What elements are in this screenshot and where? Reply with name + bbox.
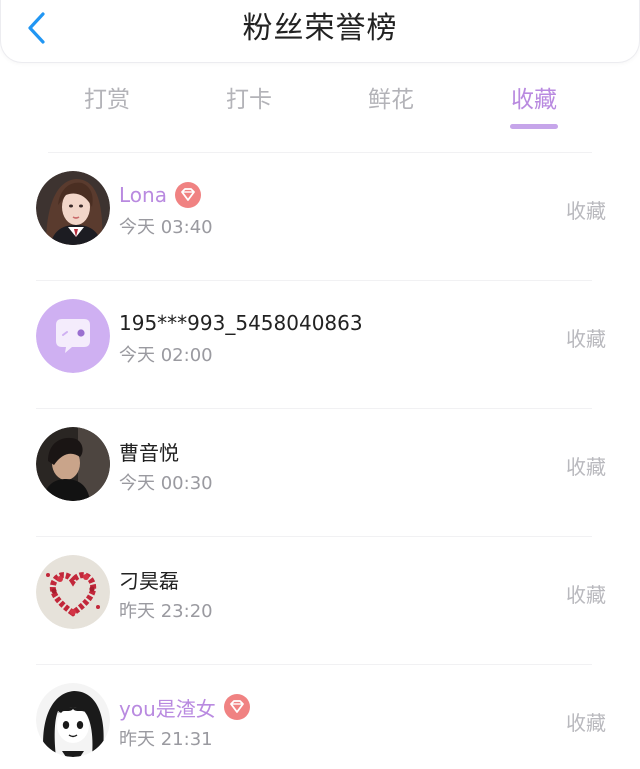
tab-flowers[interactable]: 鲜花 [341,78,441,122]
timestamp: 昨天 23:20 [119,601,213,622]
timestamp: 昨天 21:31 [119,729,213,750]
favorite-action-label: 收藏 [566,199,606,223]
avatar[interactable] [36,299,110,373]
tab-bar: 打赏 打卡 鲜花 收藏 [0,78,640,138]
name-line: Lona [119,179,201,211]
fan-name[interactable]: you是渣女 [119,693,216,722]
name-line: you是渣女 [119,691,250,723]
avatar[interactable] [36,171,110,245]
favorite-action-label: 收藏 [566,711,606,735]
list-item[interactable]: you是渣女 昨天 21:31 收藏 [36,665,606,769]
diamond-badge-icon [223,694,250,720]
timestamp: 今天 02:00 [119,345,213,366]
list-item[interactable]: Lona 今天 03:40 收藏 [36,153,606,281]
tab-reward[interactable]: 打赏 [57,78,157,122]
list-item[interactable]: 刁昊磊 昨天 23:20 收藏 [36,537,606,665]
fan-honor-page: 粉丝荣誉榜 打赏 打卡 鲜花 收藏 Lona 今天 03:40 收藏 195**… [0,0,640,769]
list-item[interactable]: 曹音悦 今天 00:30 收藏 [36,409,606,537]
tab-favorites[interactable]: 收藏 [484,78,584,129]
fan-list: Lona 今天 03:40 收藏 195***993_5458040863 今天… [0,153,640,769]
boy-portrait-avatar [36,427,110,501]
favorite-action-label: 收藏 [566,327,606,351]
anime-girl-avatar [36,683,110,757]
name-line: 刁昊磊 [119,563,179,595]
default-chat-avatar [36,299,110,373]
favorite-action-label: 收藏 [566,455,606,479]
diamond-badge-icon [174,182,201,208]
fan-name[interactable]: 195***993_5458040863 [119,311,363,335]
list-item[interactable]: 195***993_5458040863 今天 02:00 收藏 [36,281,606,409]
timestamp: 今天 03:40 [119,217,213,238]
avatar[interactable] [36,683,110,757]
avatar[interactable] [36,555,110,629]
header-bar: 粉丝荣誉榜 [0,0,640,63]
name-line: 曹音悦 [119,435,179,467]
page-title: 粉丝荣誉榜 [242,11,398,46]
timestamp: 今天 00:30 [119,473,213,494]
avatar[interactable] [36,427,110,501]
girl-portrait-avatar [36,171,110,245]
name-line: 195***993_5458040863 [119,307,363,339]
favorite-action-label: 收藏 [566,583,606,607]
rose-heart-avatar [36,555,110,629]
fan-name[interactable]: 刁昊磊 [119,565,179,594]
fan-name[interactable]: 曹音悦 [119,437,179,466]
tab-favorites-label: 收藏 [511,87,557,113]
fan-name[interactable]: Lona [119,183,167,207]
active-tab-indicator [510,124,558,129]
tab-checkin[interactable]: 打卡 [199,78,299,122]
